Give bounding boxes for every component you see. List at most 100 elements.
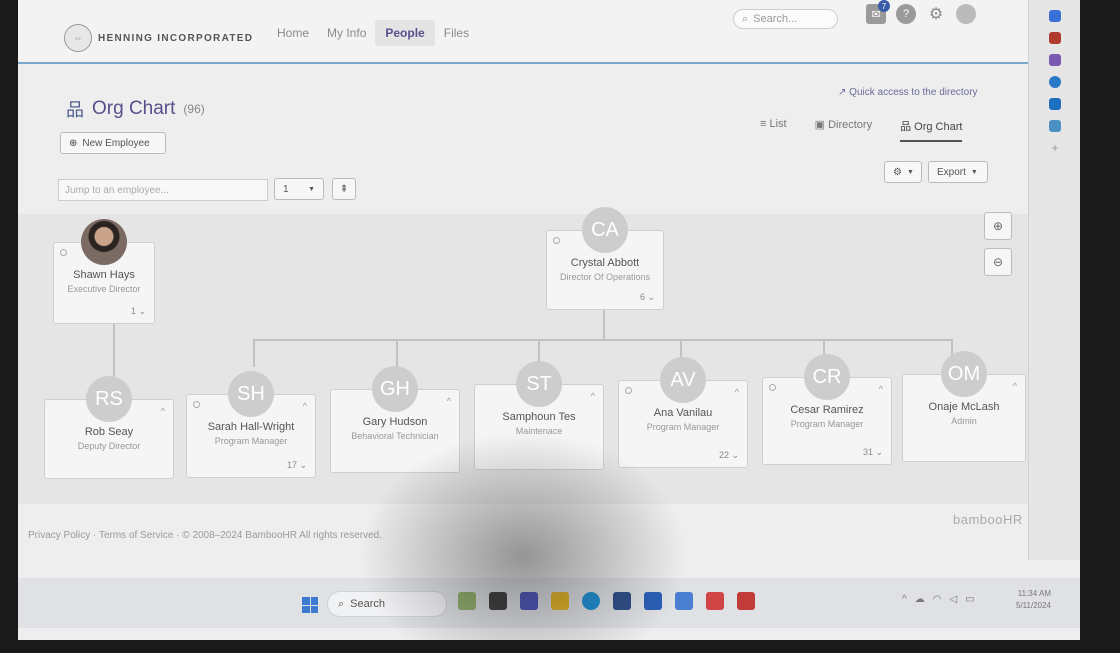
org-card-report[interactable]: ^ ST Samphoun Tes Maintenace (474, 361, 604, 470)
inbox-icon[interactable]: ✉ 7 (866, 0, 890, 24)
collapse-caret-icon[interactable]: ^ (447, 396, 451, 406)
shield-app-icon[interactable] (737, 592, 755, 610)
nav-people[interactable]: People (375, 20, 435, 46)
nav-my-info[interactable]: My Info (318, 26, 375, 46)
collapse-caret-icon[interactable]: ^ (161, 406, 165, 416)
edge-browser-icon[interactable] (582, 592, 600, 610)
battery-icon[interactable]: ▭ (965, 594, 974, 605)
level-chevron-icon: ▼ (308, 185, 315, 193)
zoom-out-button[interactable]: ⊖ (984, 248, 1012, 276)
gear-icon: ⚙ (893, 166, 902, 178)
add-icon[interactable]: + (1049, 142, 1061, 154)
org-card-report[interactable]: ^ SH Sarah Hall-Wright Program Manager 1… (186, 371, 316, 478)
reports-count-value: 31 (862, 447, 873, 457)
quick-access-link[interactable]: ↗ Quick access to the directory (838, 87, 978, 98)
employee-title: Maintenace (515, 426, 563, 436)
org-card-report[interactable]: ^ GH Gary Hudson Behavioral Technician (330, 366, 460, 473)
level-select[interactable]: 1 ▼ (274, 178, 324, 200)
chevron-down-icon: ▼ (906, 168, 914, 176)
nav-home[interactable]: Home (268, 26, 318, 46)
nav-files[interactable]: Files (435, 26, 478, 46)
org-card-report[interactable]: ^ CR Cesar Ramirez Program Manager 31 ⌄ (762, 354, 892, 465)
task-view-icon[interactable] (489, 592, 507, 610)
new-employee-button[interactable]: ⊕ New Employee (60, 132, 166, 154)
employee-name: Ana Vanilau (653, 407, 713, 419)
avatar-initials: ST (516, 361, 562, 407)
company-logo[interactable]: ◦◦ HENNING INCORPORATED (64, 24, 253, 52)
briefcase-icon[interactable] (1049, 32, 1061, 44)
outlook-icon[interactable] (1049, 98, 1061, 110)
settings-gear-icon[interactable]: ⚙ (926, 4, 946, 24)
cloud-icon[interactable]: ☁ (915, 594, 925, 605)
help-icon[interactable]: ? (896, 4, 916, 24)
employee-name: Cesar Ramirez (790, 404, 864, 416)
go-to-top-button[interactable]: ⇞ (332, 178, 356, 200)
employee-title: Executive Director (67, 284, 141, 294)
avatar-initials: SH (228, 371, 274, 417)
company-name: HENNING INCORPORATED (98, 32, 254, 44)
notification-badge: 7 (878, 0, 890, 12)
taskbar-search[interactable]: ⌕ Search (327, 591, 447, 617)
widgets-icon[interactable] (458, 592, 476, 610)
org-card-report[interactable]: ^ AV Ana Vanilau Program Manager 22 ⌄ (618, 357, 748, 468)
mcafee-icon[interactable] (706, 592, 724, 610)
collapse-caret-icon[interactable]: ^ (879, 384, 883, 394)
circle-app-icon[interactable] (1049, 76, 1061, 88)
volume-icon[interactable]: ◁ (949, 594, 957, 605)
connector-line (253, 339, 255, 367)
focus-dot-icon (769, 384, 776, 391)
teams-icon[interactable] (520, 592, 538, 610)
collapse-caret-icon[interactable]: ^ (735, 387, 739, 397)
employee-title: Deputy Director (77, 441, 141, 451)
collapse-caret-icon[interactable]: ^ (303, 401, 307, 411)
collapse-caret-icon[interactable]: ^ (591, 391, 595, 401)
user-avatar-icon[interactable] (956, 4, 976, 24)
browser-screen: ◦◦ HENNING INCORPORATED Home My Info Peo… (18, 0, 1080, 640)
search-placeholder: Search... (753, 13, 798, 25)
reports-count[interactable]: 17 ⌄ (287, 460, 307, 471)
org-chart-canvas[interactable]: Shawn Hays Executive Director 1 ⌄ CA Cry… (18, 207, 1028, 504)
zoom-in-button[interactable]: ⊕ (984, 212, 1012, 240)
app-icon[interactable] (1049, 120, 1061, 132)
wifi-icon[interactable]: ◠ (933, 594, 942, 605)
org-card-report[interactable]: ^ OM Onaje McLash Admin (902, 351, 1026, 462)
reports-count[interactable]: 6 ⌄ (640, 292, 655, 303)
org-chart-icon: 品 (66, 100, 84, 120)
employee-title: Program Manager (646, 422, 720, 432)
view-directory[interactable]: ▣ Directory (815, 118, 872, 142)
search-input[interactable]: ⌕ Search... (733, 9, 838, 29)
view-org-chart[interactable]: 品 Org Chart (900, 118, 963, 142)
file-explorer-icon[interactable] (551, 592, 569, 610)
diamond-icon[interactable] (1049, 10, 1061, 22)
export-button[interactable]: Export ▼ (928, 161, 988, 183)
taskbar-clock[interactable]: 11:34 AM 5/11/2024 (1016, 588, 1051, 612)
reports-count[interactable]: 31 ⌄ (863, 447, 883, 458)
org-card-shawn-hays[interactable]: Shawn Hays Executive Director 1 ⌄ (53, 219, 155, 324)
jump-to-employee-input[interactable]: Jump to an employee... (58, 179, 268, 201)
app-window-icon[interactable] (675, 592, 693, 610)
app-l-icon[interactable] (644, 592, 662, 610)
view-list[interactable]: ≡ List (760, 118, 787, 142)
settings-dropdown-button[interactable]: ⚙ ▼ (884, 161, 922, 183)
avatar-initials: CA (582, 207, 628, 253)
org-card-report[interactable]: ^ RS Rob Seay Deputy Director (44, 376, 174, 479)
reports-count[interactable]: 1 ⌄ (131, 306, 146, 317)
view-directory-label: Directory (828, 119, 873, 131)
people-icon[interactable] (1049, 54, 1061, 66)
chevron-up-icon[interactable]: ^ (902, 594, 907, 605)
external-link-icon: ↗ (838, 87, 847, 98)
employee-name: Gary Hudson (362, 416, 428, 428)
reports-count[interactable]: 22 ⌄ (719, 450, 739, 461)
avatar-initials: RS (86, 376, 132, 422)
top-navigation: ◦◦ HENNING INCORPORATED Home My Info Peo… (18, 0, 1028, 64)
view-org-chart-label: Org Chart (914, 121, 963, 133)
search-icon: ⌕ (742, 12, 749, 25)
collapse-caret-icon[interactable]: ^ (1013, 381, 1017, 391)
windows-start-icon[interactable] (302, 597, 318, 613)
clock-date: 5/11/2024 (1016, 601, 1051, 610)
org-card-crystal-abbott[interactable]: CA Crystal Abbott Director Of Operations… (546, 207, 664, 310)
reports-count-value: 1 (130, 306, 136, 316)
avatar-initials: CR (804, 354, 850, 400)
store-icon[interactable] (613, 592, 631, 610)
employee-name: Shawn Hays (73, 269, 135, 281)
